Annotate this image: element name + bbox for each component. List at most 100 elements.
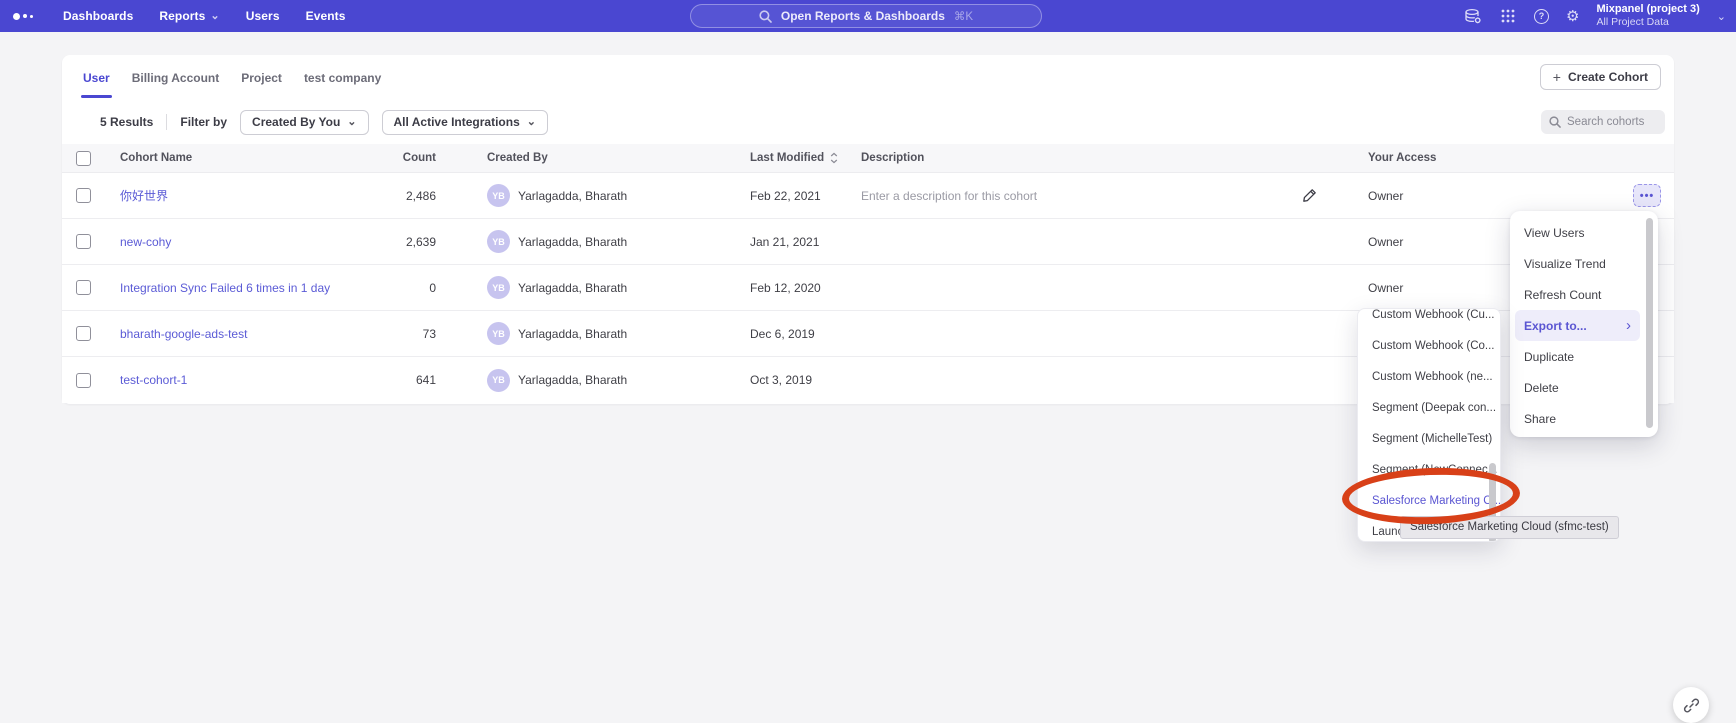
- project-name: Mixpanel (project 3): [1596, 3, 1699, 16]
- tab-project[interactable]: Project: [230, 55, 293, 100]
- cohort-name-link[interactable]: bharath-google-ads-test: [120, 311, 247, 356]
- tab-test-company[interactable]: test company: [293, 55, 392, 100]
- cohort-name-link[interactable]: test-cohort-1: [120, 357, 187, 403]
- col-your-access: Your Access: [1368, 144, 1436, 172]
- avatar: YB: [487, 322, 510, 345]
- access-level: Owner: [1368, 219, 1403, 264]
- project-scope: All Project Data: [1596, 16, 1699, 29]
- top-nav: Dashboards Reports⌄ Users Events Open Re…: [0, 0, 1736, 32]
- row-checkbox[interactable]: [76, 326, 91, 341]
- table-row: new-cohy 2,639 YB Yarlagadda, Bharath Jan…: [62, 219, 1674, 265]
- creator-name: Yarlagadda, Bharath: [518, 373, 627, 387]
- tab-user[interactable]: User: [72, 55, 121, 100]
- last-modified: Jan 21, 2021: [750, 219, 819, 264]
- created-by-filter[interactable]: Created By You ⌄: [240, 110, 368, 135]
- chevron-down-icon: ⌄: [527, 119, 536, 125]
- menu-item-refresh-count[interactable]: Refresh Count: [1510, 279, 1638, 310]
- share-link-button[interactable]: [1673, 687, 1709, 723]
- create-cohort-label: Create Cohort: [1568, 70, 1648, 84]
- export-submenu: Custom Webhook (Cu... Custom Webhook (Co…: [1357, 308, 1501, 542]
- creator-name: Yarlagadda, Bharath: [518, 327, 627, 341]
- settings-gear-icon[interactable]: ⚙: [1566, 7, 1579, 25]
- results-count: 5 Results: [100, 115, 153, 129]
- cohort-count: 0: [316, 265, 436, 310]
- menu-item-visualize-trend[interactable]: Visualize Trend: [1510, 248, 1638, 279]
- col-description: Description: [861, 144, 924, 172]
- tab-billing-account[interactable]: Billing Account: [121, 55, 231, 100]
- submenu-item-segment-1[interactable]: Segment (Deepak con...: [1358, 392, 1500, 423]
- submenu-item-custom-webhook-2[interactable]: Custom Webhook (Co...: [1358, 330, 1500, 361]
- nav-links: Dashboards Reports⌄ Users Events: [63, 9, 346, 23]
- submenu-item-custom-webhook-3[interactable]: Custom Webhook (ne...: [1358, 361, 1500, 392]
- search-icon: [1549, 116, 1561, 128]
- menu-item-delete[interactable]: Delete: [1510, 372, 1638, 403]
- edit-pencil-icon[interactable]: [1302, 173, 1317, 218]
- access-level: Owner: [1368, 173, 1403, 218]
- menu-item-view-users[interactable]: View Users: [1510, 217, 1638, 248]
- table-header: Cohort Name Count Created By Last Modifi…: [62, 144, 1674, 173]
- menu-item-export-to[interactable]: Export to... ›: [1515, 310, 1640, 341]
- create-cohort-button[interactable]: + Create Cohort: [1540, 64, 1661, 90]
- menu-item-share[interactable]: Share: [1510, 403, 1638, 434]
- row-checkbox[interactable]: [76, 188, 91, 203]
- search-cohorts-input[interactable]: [1567, 116, 1657, 128]
- data-management-icon[interactable]: [1464, 7, 1482, 25]
- cohort-name-link[interactable]: 你好世界: [120, 173, 168, 218]
- cohort-name-link[interactable]: Integration Sync Failed 6 times in 1 day: [120, 265, 330, 310]
- nav-item-events[interactable]: Events: [306, 9, 346, 23]
- chevron-down-icon: ⌄: [347, 119, 356, 125]
- cohort-tabs: User Billing Account Project test compan…: [62, 55, 1674, 100]
- last-modified: Oct 3, 2019: [750, 357, 812, 403]
- nav-right-cluster: ? ⚙ Mixpanel (project 3) All Project Dat…: [1464, 0, 1726, 32]
- cohort-count: 2,639: [316, 219, 436, 264]
- cohort-count: 2,486: [316, 173, 436, 218]
- creator-name: Yarlagadda, Bharath: [518, 281, 627, 295]
- chevron-right-icon: ›: [1626, 317, 1631, 334]
- sort-icon: [830, 152, 838, 164]
- cohort-name-link[interactable]: new-cohy: [120, 219, 171, 264]
- nav-item-dashboards[interactable]: Dashboards: [63, 9, 133, 23]
- row-more-actions-button[interactable]: •••: [1633, 184, 1661, 207]
- col-cohort-name: Cohort Name: [120, 144, 192, 172]
- col-last-modified[interactable]: Last Modified: [750, 144, 838, 172]
- submenu-item-salesforce-marketing-cloud[interactable]: Salesforce Marketing C...: [1358, 485, 1500, 516]
- global-search-label: Open Reports & Dashboards: [781, 9, 945, 23]
- apps-grid-icon[interactable]: [1499, 7, 1517, 25]
- project-switcher[interactable]: Mixpanel (project 3) All Project Data: [1596, 3, 1699, 29]
- creator-name: Yarlagadda, Bharath: [518, 189, 627, 203]
- creator-name: Yarlagadda, Bharath: [518, 235, 627, 249]
- chevron-down-icon[interactable]: ⌄: [1717, 10, 1726, 23]
- cohort-count: 73: [316, 311, 436, 356]
- mixpanel-logo-icon[interactable]: [13, 13, 33, 20]
- menu-scrollbar[interactable]: [1646, 218, 1653, 428]
- row-checkbox[interactable]: [76, 373, 91, 388]
- avatar: YB: [487, 276, 510, 299]
- row-checkbox[interactable]: [76, 280, 91, 295]
- cohort-count: 641: [316, 357, 436, 403]
- row-context-menu: View Users Visualize Trend Refresh Count…: [1510, 211, 1658, 437]
- global-search-shortcut: ⌘K: [954, 9, 973, 23]
- nav-item-reports[interactable]: Reports⌄: [159, 9, 219, 23]
- description-input[interactable]: [861, 189, 1161, 203]
- access-level: Owner: [1368, 265, 1403, 310]
- global-search-bar[interactable]: Open Reports & Dashboards ⌘K: [690, 4, 1042, 28]
- select-all-checkbox[interactable]: [76, 151, 91, 166]
- menu-item-duplicate[interactable]: Duplicate: [1510, 341, 1638, 372]
- last-modified: Dec 6, 2019: [750, 311, 815, 356]
- filter-bar: 5 Results Filter by Created By You ⌄ All…: [62, 100, 1674, 144]
- submenu-item-segment-3[interactable]: Segment (NewConnec...: [1358, 454, 1500, 485]
- salesforce-tooltip: Salesforce Marketing Cloud (sfmc-test): [1400, 516, 1619, 539]
- integrations-filter[interactable]: All Active Integrations ⌄: [382, 110, 548, 135]
- submenu-item-segment-2[interactable]: Segment (MichelleTest): [1358, 423, 1500, 454]
- avatar: YB: [487, 369, 510, 392]
- submenu-item-custom-webhook-1[interactable]: Custom Webhook (Cu...: [1358, 308, 1500, 330]
- col-count: Count: [316, 144, 436, 172]
- mixpanel-cohorts-page: Dashboards Reports⌄ Users Events Open Re…: [0, 0, 1736, 723]
- avatar: YB: [487, 230, 510, 253]
- last-modified: Feb 22, 2021: [750, 173, 821, 218]
- search-cohorts-box[interactable]: [1541, 110, 1665, 134]
- row-checkbox[interactable]: [76, 234, 91, 249]
- help-icon[interactable]: ?: [1534, 9, 1549, 24]
- col-created-by: Created By: [487, 144, 548, 172]
- nav-item-users[interactable]: Users: [246, 9, 280, 23]
